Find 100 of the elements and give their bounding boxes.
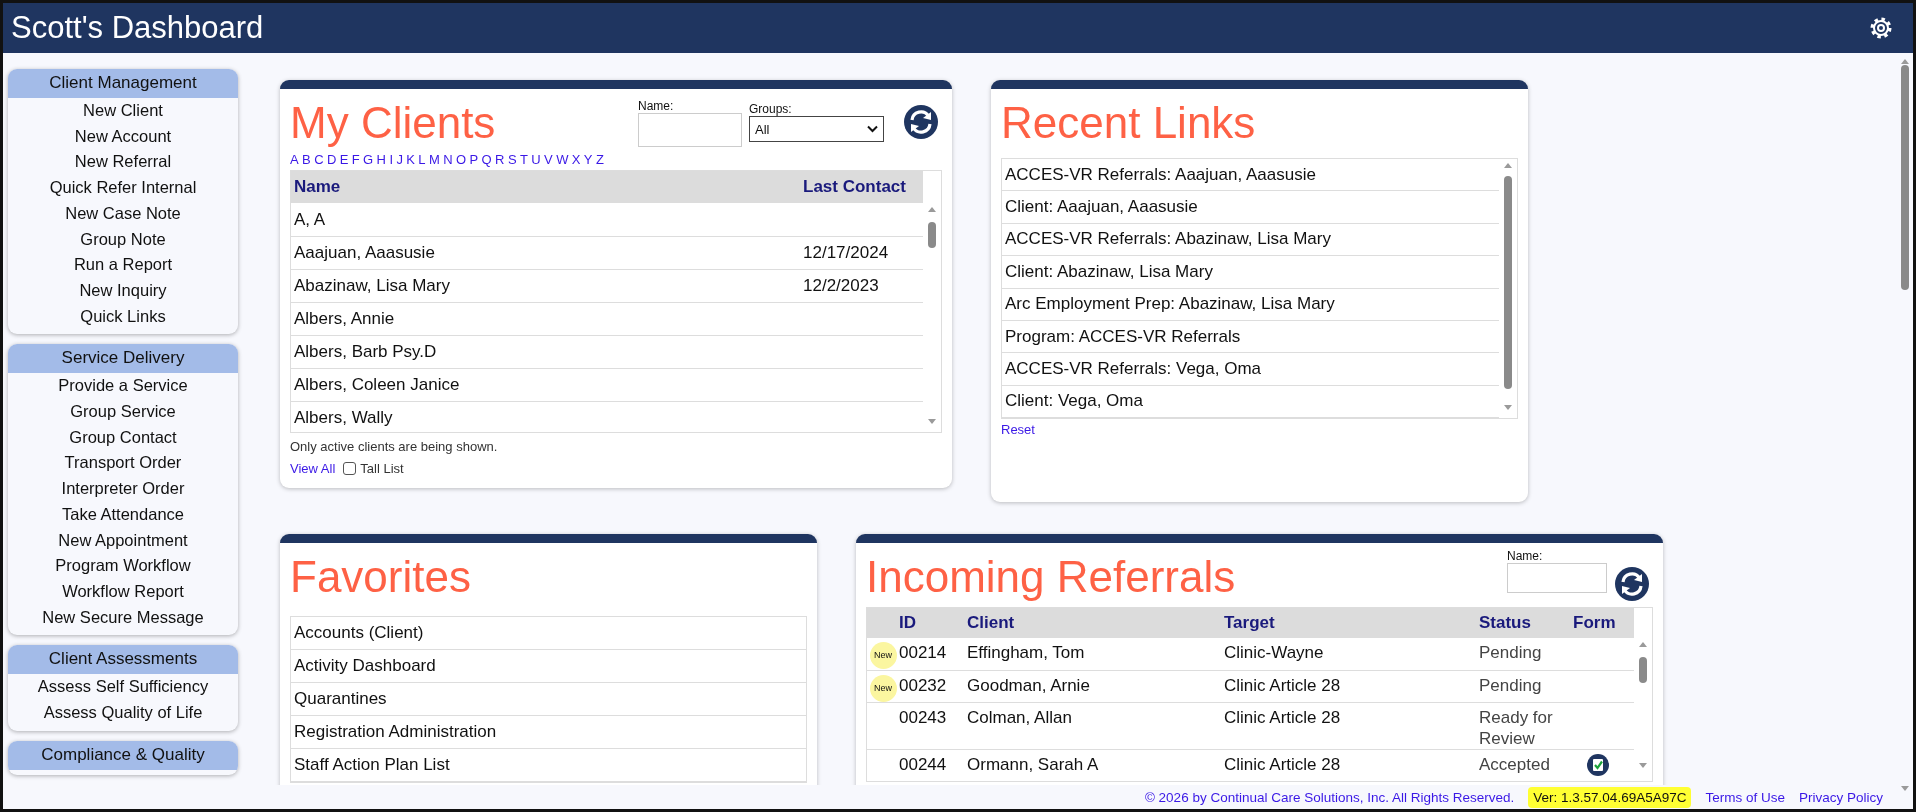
refresh-icon[interactable] [1615, 567, 1649, 601]
column-header: Target [1224, 613, 1276, 633]
referral-id[interactable]: 00232 [899, 675, 967, 696]
settings-icon[interactable] [1869, 16, 1893, 40]
menu-link[interactable]: New Inquiry [8, 277, 238, 304]
column-header: Name [293, 177, 342, 197]
menu-link[interactable]: New Secure Message [8, 604, 238, 631]
menu-link[interactable]: Assess Self Sufficiency [8, 674, 238, 701]
letter-link[interactable]: V [544, 152, 553, 167]
field-label: Groups: [749, 102, 793, 116]
menu-link[interactable]: Quick Refer Internal [8, 175, 238, 201]
recent-link[interactable]: Client: Aaajuan, Aaasusie [1005, 197, 1198, 218]
last-contact: 12/17/2024 [803, 243, 889, 262]
letter-link[interactable]: R [495, 152, 505, 167]
status-text: Ready for Review [1479, 707, 1554, 749]
column-header: Form [1573, 613, 1617, 633]
recent-link[interactable]: Arc Employment Prep: Abazinaw, Lisa Mary [1005, 294, 1335, 315]
menu-link[interactable]: New Client [8, 98, 238, 124]
menu-link[interactable]: Workflow Report [8, 578, 238, 605]
letter-link[interactable]: D [326, 152, 337, 167]
menu-link[interactable]: Group Contact [8, 424, 238, 451]
letter-link[interactable]: Q [481, 152, 492, 167]
new-badge: New [869, 675, 897, 702]
menu-link[interactable]: Group Service [8, 399, 238, 425]
status-text: Accepted [1479, 754, 1551, 775]
letter-link[interactable]: K [406, 152, 415, 167]
checkbox-label: Tall List [360, 461, 404, 476]
client-name[interactable]: A, A [291, 209, 803, 230]
letter-link[interactable]: C [314, 152, 324, 167]
favorite-link[interactable]: Quarantines [294, 689, 387, 709]
status-text: Pending [1479, 642, 1543, 663]
letter-link[interactable]: G [363, 152, 374, 167]
menu-link[interactable]: Assess Quality of Life [8, 700, 238, 726]
recent-link[interactable]: ACCES-VR Referrals: Vega, Oma [1005, 358, 1262, 379]
menu-link[interactable]: Take Attendance [8, 501, 238, 528]
menu-link[interactable]: New Account [8, 123, 238, 150]
letter-link[interactable]: M [429, 152, 440, 167]
menu-link[interactable]: New Case Note [8, 200, 238, 227]
target-name: Clinic Article 28 [1224, 707, 1342, 728]
letter-link[interactable]: W [556, 152, 569, 167]
footer-link[interactable]: Privacy Policy [1798, 789, 1883, 805]
letter-link[interactable]: X [571, 152, 581, 167]
name-field[interactable] [638, 113, 742, 147]
favorite-link[interactable]: Registration Administration [294, 722, 497, 742]
letter-link[interactable]: P [469, 152, 479, 167]
target-name: Clinic-Wayne [1224, 642, 1325, 663]
column-header: Last Contact [803, 177, 907, 197]
version-text: Ver: 1.3.57.04.69A5A97C [1528, 786, 1692, 808]
refresh-icon[interactable] [904, 105, 938, 139]
groups-dropdown[interactable]: All [749, 116, 884, 142]
letter-link[interactable]: Y [583, 152, 593, 167]
menu-link[interactable]: Group Note [8, 226, 238, 253]
client-name[interactable]: Albers, Coleen Janice [291, 375, 803, 395]
menu-link[interactable]: New Appointment [8, 527, 238, 554]
section-header: Service Delivery [8, 344, 238, 374]
referral-id[interactable]: 00214 [899, 642, 967, 663]
favorite-link[interactable]: Accounts (Client) [294, 623, 424, 643]
client-name[interactable]: Albers, Barb Psy.D [291, 342, 803, 362]
favorite-link[interactable]: Staff Action Plan List [294, 755, 450, 775]
reset-link[interactable]: Reset [1001, 422, 1035, 437]
letter-link[interactable]: U [531, 152, 541, 167]
menu-link[interactable]: Run a Report [8, 252, 238, 278]
letter-link[interactable]: Z [595, 152, 604, 167]
letter-link[interactable]: N [443, 152, 453, 167]
recent-link[interactable]: Client: Vega, Oma [1005, 391, 1143, 412]
letter-link[interactable]: H [376, 152, 386, 167]
menu-link[interactable]: Provide a Service [8, 373, 238, 400]
letter-link[interactable]: I [389, 152, 393, 167]
referral-id[interactable]: 00244 [899, 754, 967, 775]
client-name[interactable]: Albers, Annie [291, 309, 803, 329]
letter-link[interactable]: S [507, 152, 517, 167]
tall-list-checkbox[interactable] [343, 462, 357, 475]
client-name[interactable]: Abazinaw, Lisa Mary [291, 276, 803, 296]
menu-link[interactable]: Interpreter Order [8, 476, 238, 502]
menu-link[interactable]: Transport Order [8, 450, 238, 477]
menu-link[interactable]: Program Workflow [8, 553, 238, 579]
letter-link[interactable]: L [418, 152, 426, 167]
letter-link[interactable]: B [302, 152, 311, 167]
letter-link[interactable]: F [351, 152, 360, 167]
letter-link[interactable]: T [519, 152, 528, 167]
name-field[interactable] [1507, 563, 1607, 593]
view-all-link[interactable]: View All [290, 461, 336, 476]
recent-link[interactable]: Client: Abazinaw, Lisa Mary [1005, 261, 1213, 282]
referral-id[interactable]: 00243 [899, 707, 967, 728]
recent-link[interactable]: Program: ACCES-VR Referrals [1005, 326, 1241, 347]
menu-link[interactable]: New Referral [8, 149, 238, 176]
section-header: Compliance & Quality [8, 740, 238, 770]
letter-link[interactable]: A [290, 152, 299, 167]
footer-link[interactable]: Terms of Use [1705, 789, 1785, 805]
recent-link[interactable]: ACCES-VR Referrals: Abazinaw, Lisa Mary [1005, 229, 1331, 250]
letter-link[interactable]: E [339, 152, 349, 167]
target-name: Clinic Article 28 [1224, 754, 1342, 775]
form-icon[interactable] [1587, 754, 1609, 776]
recent-link[interactable]: ACCES-VR Referrals: Aaajuan, Aaasusie [1005, 164, 1316, 185]
client-name[interactable]: Albers, Wally [291, 408, 803, 428]
client-name[interactable]: Aaajuan, Aaasusie [291, 243, 803, 263]
letter-link[interactable]: J [396, 152, 403, 167]
letter-link[interactable]: O [456, 152, 467, 167]
favorite-link[interactable]: Activity Dashboard [294, 656, 436, 676]
menu-link[interactable]: Quick Links [8, 303, 238, 330]
